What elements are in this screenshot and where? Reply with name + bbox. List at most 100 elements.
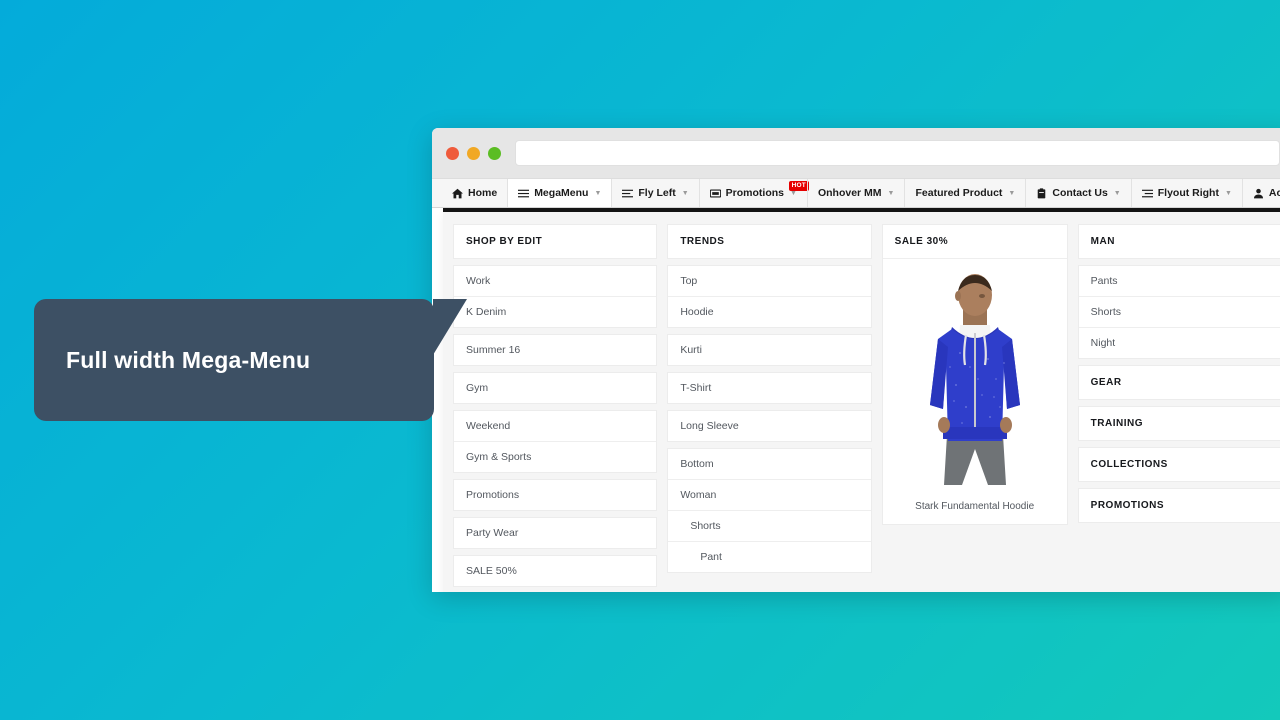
mega-column-shop-by-edit: SHOP BY EDIT Work K Denim Summer 16 Gym …: [453, 224, 658, 587]
mega-section-header-gear[interactable]: GEAR: [1079, 366, 1280, 399]
product-card[interactable]: Stark Fundamental Hoodie: [883, 259, 1067, 524]
list-item[interactable]: Promotions: [454, 480, 656, 510]
nav-item-onhover-mm[interactable]: Onhover MM ▼: [806, 179, 906, 207]
mega-block: Weekend Gym & Sports: [453, 410, 658, 473]
image-icon: [709, 188, 721, 199]
chevron-down-icon: ▼: [887, 189, 895, 197]
list-item[interactable]: Shorts: [668, 510, 871, 541]
mega-block: TRENDS: [667, 224, 872, 259]
mega-block: Top Hoodie: [667, 265, 872, 328]
list-item[interactable]: Shorts: [1078, 296, 1280, 327]
user-icon: [1253, 188, 1264, 199]
mega-block: T-Shirt: [667, 372, 872, 404]
home-icon: [452, 188, 463, 199]
mega-block: PROMOTIONS: [1077, 488, 1280, 523]
product-name: Stark Fundamental Hoodie: [915, 501, 1035, 512]
mega-column-header: SALE 30%: [882, 225, 1067, 259]
product-image: [899, 267, 1050, 492]
clipboard-icon: [1036, 187, 1047, 199]
nav-label: Featured Product: [915, 187, 1003, 199]
mega-menu-panel: SHOP BY EDIT Work K Denim Summer 16 Gym …: [443, 212, 1280, 592]
nav-item-fly-left[interactable]: Fly Left ▼: [611, 179, 700, 207]
mega-block: Promotions: [453, 479, 658, 511]
mega-block: GEAR: [1077, 365, 1280, 400]
mega-block: Party Wear: [453, 517, 658, 549]
mega-block: Kurti: [667, 334, 872, 366]
close-window-icon[interactable]: [446, 146, 459, 160]
mega-block: Summer 16: [453, 334, 658, 366]
chevron-down-icon: ▼: [1224, 189, 1232, 197]
url-input[interactable]: [515, 140, 1280, 166]
nav-item-flyout-right[interactable]: Flyout Right ▼: [1130, 179, 1243, 207]
nav-label: MegaMenu: [534, 187, 589, 199]
mega-block: TRAINING: [1077, 406, 1280, 441]
chevron-down-icon: ▼: [1113, 189, 1121, 197]
list-item[interactable]: Pant: [668, 541, 871, 572]
nav-label: Account: [1268, 187, 1280, 199]
callout-label: Full width Mega-Menu: [66, 346, 311, 373]
list-item[interactable]: Pants: [1079, 266, 1280, 296]
nav-item-promotions[interactable]: Promotions ▼ HOT: [698, 179, 809, 207]
mega-section-header-promotions[interactable]: PROMOTIONS: [1079, 489, 1280, 522]
nav-item-megamenu[interactable]: MegaMenu ▼: [507, 179, 613, 207]
list-item[interactable]: Gym & Sports: [454, 441, 657, 472]
mega-block: COLLECTIONS: [1077, 447, 1280, 482]
mega-section-header-collections[interactable]: COLLECTIONS: [1079, 448, 1280, 481]
mega-column-man: MAN Pants Shorts Night GEAR TRAINING COL…: [1077, 224, 1280, 523]
nav-label: Onhover MM: [817, 187, 882, 199]
traffic-lights: [446, 146, 501, 160]
list-right-icon: [1141, 188, 1153, 199]
chevron-down-icon: ▼: [1008, 189, 1016, 197]
mega-block: Gym: [453, 372, 658, 404]
nav-label: Promotions: [725, 187, 785, 199]
nav-item-contact-us[interactable]: Contact Us ▼: [1025, 179, 1132, 207]
mega-block: SHOP BY EDIT: [453, 224, 658, 259]
list-item[interactable]: Weekend: [454, 411, 656, 441]
nav-item-featured-product[interactable]: Featured Product ▼: [904, 179, 1027, 207]
maximize-window-icon[interactable]: [488, 146, 501, 160]
minimize-window-icon[interactable]: [467, 146, 480, 160]
mega-block: MAN: [1077, 224, 1280, 259]
list-item[interactable]: Work: [454, 266, 656, 296]
mega-block: SALE 50%: [453, 555, 658, 587]
list-item[interactable]: T-Shirt: [668, 373, 870, 403]
nav-label: Fly Left: [638, 187, 676, 199]
list-item[interactable]: Long Sleeve: [668, 411, 870, 441]
hamburger-icon: [518, 188, 530, 199]
mega-column-featured-product: SALE 30% Stark Fundamental Hoodie: [881, 224, 1068, 525]
mega-column-trends: TRENDS Top Hoodie Kurti T-Shirt Long Sle…: [667, 224, 872, 573]
callout-bubble: Full width Mega-Menu: [34, 299, 434, 421]
list-item[interactable]: Summer 16: [454, 335, 656, 365]
mega-column-header: MAN: [1090, 236, 1115, 247]
nav-item-home[interactable]: Home: [442, 179, 509, 207]
list-item[interactable]: Night: [1078, 327, 1280, 358]
callout-tail: [433, 299, 467, 355]
nav-label: Contact Us: [1052, 187, 1108, 199]
list-item[interactable]: Gym: [454, 373, 656, 403]
list-item[interactable]: K Denim: [454, 296, 657, 327]
chevron-down-icon: ▼: [681, 189, 689, 197]
list-item[interactable]: Bottom: [668, 449, 870, 479]
mega-column-header: TRENDS: [680, 236, 725, 247]
list-item[interactable]: Top: [668, 266, 870, 296]
list-item[interactable]: Woman: [668, 479, 871, 510]
nav-item-account[interactable]: Account ▼: [1241, 179, 1280, 207]
mega-block: Bottom Woman Shorts Pant: [667, 448, 872, 573]
mega-section-header-training[interactable]: TRAINING: [1079, 407, 1280, 440]
list-item[interactable]: SALE 50%: [454, 556, 656, 586]
list-item[interactable]: Party Wear: [454, 518, 656, 548]
list-item[interactable]: Kurti: [668, 335, 870, 365]
main-navigation: Home MegaMenu ▼ Fly Left ▼ Promotions ▼ …: [432, 178, 1280, 208]
chevron-down-icon: ▼: [594, 189, 602, 197]
hot-badge: HOT: [788, 181, 809, 191]
mega-block: Work K Denim: [453, 265, 658, 328]
list-left-icon: [622, 188, 634, 199]
mega-block: Long Sleeve: [667, 410, 872, 442]
mega-column-header: SHOP BY EDIT: [466, 236, 543, 247]
browser-chrome-bar: [432, 128, 1280, 178]
list-item[interactable]: Hoodie: [668, 296, 871, 327]
nav-label: Home: [468, 187, 498, 199]
nav-underline-rule: [443, 208, 1280, 212]
mega-block: Pants Shorts Night: [1077, 265, 1280, 359]
nav-label: Flyout Right: [1157, 187, 1219, 199]
